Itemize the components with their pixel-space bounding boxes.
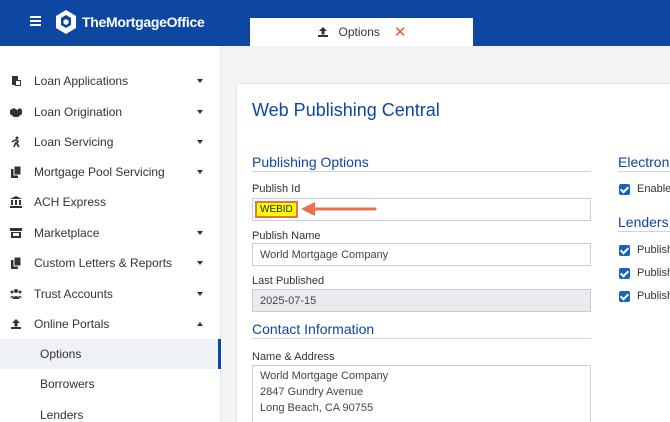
publish-checkbox[interactable]: [619, 291, 630, 302]
users-icon: [10, 289, 22, 299]
top-bar: TheMortgageOffice Options ✕: [0, 0, 670, 46]
tab-options[interactable]: Options ✕: [250, 18, 473, 46]
sidebar-item-ach-express[interactable]: ACH Express: [0, 187, 221, 217]
close-icon[interactable]: ✕: [394, 25, 407, 40]
sidebar-item-label: Online Portals: [34, 317, 110, 331]
bank-icon: [10, 196, 22, 208]
address-line: 2847 Gundry Avenue: [260, 386, 364, 398]
publish-label: Publish: [637, 290, 670, 302]
store-icon: [10, 228, 22, 238]
divider: [252, 171, 591, 172]
chevron-down-icon: [197, 292, 203, 296]
sidebar-item-label: ACH Express: [34, 195, 107, 209]
sidebar-item-trust-accounts[interactable]: Trust Accounts: [0, 279, 221, 309]
section-contact-information: Contact Information: [252, 321, 375, 337]
main-content: Web Publishing Central Publishing Option…: [221, 46, 670, 422]
name-address-textarea[interactable]: World Mortgage Company 2847 Gundry Avenu…: [252, 365, 591, 422]
section-publishing-options: Publishing Options: [252, 154, 369, 170]
sidebar-subitem-borrowers[interactable]: Borrowers: [0, 369, 221, 399]
chevron-up-icon: [197, 322, 203, 326]
sidebar-subitem-label: Borrowers: [40, 377, 95, 391]
section-electronic: Electron: [618, 154, 670, 170]
sidebar-item-label: Loan Applications: [34, 74, 129, 88]
sidebar-item-loan-applications[interactable]: Loan Applications: [0, 66, 221, 96]
chevron-down-icon: [197, 231, 203, 235]
publish-id-value: WEBID: [255, 201, 298, 218]
chevron-down-icon: [197, 170, 203, 174]
sidebar-item-online-portals[interactable]: Online Portals: [0, 309, 221, 339]
sidebar-item-label: Loan Servicing: [34, 135, 114, 149]
chevron-down-icon: [197, 110, 203, 114]
section-lenders: Lenders: [618, 214, 669, 230]
person-run-icon: [11, 136, 20, 148]
chevron-down-icon: [197, 140, 203, 144]
arrow-annotation-icon: [301, 202, 377, 216]
publish-name-input[interactable]: World Mortgage Company: [252, 243, 591, 266]
sidebar-item-label: Mortgage Pool Servicing: [34, 165, 165, 179]
publish-name-value: World Mortgage Company: [260, 248, 389, 261]
sidebar-item-label: Loan Origination: [34, 105, 123, 119]
handshake-icon: [10, 108, 22, 117]
divider: [252, 338, 591, 339]
upload-icon: [11, 319, 21, 329]
sidebar-subitem-label: Lenders: [40, 408, 84, 422]
chevron-down-icon: [197, 79, 203, 83]
sidebar-item-label: Custom Letters & Reports: [34, 256, 173, 270]
tab-label: Options: [338, 25, 380, 39]
publish-id-label: Publish Id: [252, 183, 301, 195]
sidebar-item-loan-origination[interactable]: Loan Origination: [0, 97, 221, 127]
sidebar-item-loan-servicing[interactable]: Loan Servicing: [0, 127, 221, 157]
publish-checkbox[interactable]: [619, 268, 630, 279]
address-line: World Mortgage Company: [260, 370, 389, 382]
last-published-field: 2025-07-15: [252, 289, 591, 312]
loan-app-icon: [12, 76, 21, 86]
publish-label: Publish: [637, 244, 670, 256]
sidebar-item-marketplace[interactable]: Marketplace: [0, 218, 221, 248]
sidebar-item-label: Marketplace: [34, 226, 100, 240]
sidebar-subitem-label: Options: [40, 347, 82, 361]
enable-label: Enable: [637, 183, 670, 195]
logo-icon: [56, 10, 76, 34]
sidebar: Loan Applications Loan Origination Loan …: [0, 46, 221, 422]
chevron-down-icon: [197, 261, 203, 265]
name-address-label: Name & Address: [252, 351, 335, 363]
divider: [618, 231, 670, 232]
last-published-label: Last Published: [252, 275, 325, 287]
address-line: Long Beach, CA 90755: [260, 402, 374, 414]
copy-icon: [11, 166, 22, 178]
upload-icon: [317, 27, 328, 37]
web-publishing-card: Web Publishing Central Publishing Option…: [236, 83, 670, 422]
brand-logo[interactable]: TheMortgageOffice: [56, 10, 205, 34]
last-published-value: 2025-07-15: [260, 294, 317, 307]
sidebar-subitem-lenders[interactable]: Lenders: [0, 400, 221, 422]
sidebar-item-mortgage-pool-servicing[interactable]: Mortgage Pool Servicing: [0, 157, 221, 187]
sidebar-item-custom-letters-reports[interactable]: Custom Letters & Reports: [0, 248, 221, 278]
publish-name-label: Publish Name: [252, 230, 321, 242]
sidebar-subitem-options[interactable]: Options: [0, 339, 221, 369]
publish-checkbox[interactable]: [619, 245, 630, 256]
menu-icon[interactable]: [30, 16, 41, 26]
publish-label: Publish: [637, 267, 670, 279]
divider: [618, 171, 670, 172]
page-title: Web Publishing Central: [252, 100, 440, 120]
brand-name: TheMortgageOffice: [82, 14, 205, 30]
enable-checkbox[interactable]: [619, 184, 630, 195]
copy-icon: [11, 257, 22, 269]
sidebar-item-label: Trust Accounts: [34, 287, 113, 301]
